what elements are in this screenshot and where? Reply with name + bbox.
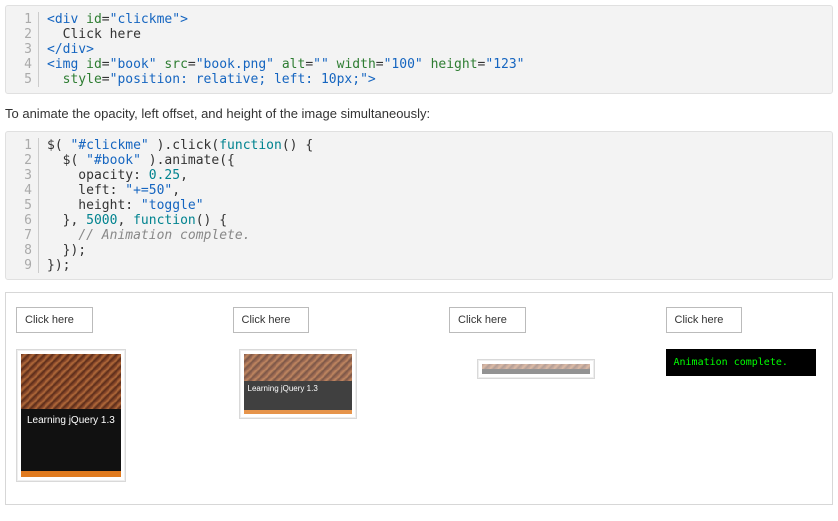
line-number: 9 [6, 258, 39, 273]
demo-panel-2: Click here Learning jQuery 1.3 [233, 307, 390, 482]
book-cover [482, 364, 590, 374]
code-line: }); [39, 258, 833, 273]
line-number: 1 [6, 12, 39, 27]
demo-panel-4: Click here Animation complete. [666, 307, 823, 482]
line-number: 7 [6, 228, 39, 243]
demo-panel-1: Click here Learning jQuery 1.3 [16, 307, 173, 482]
line-number: 3 [6, 42, 39, 57]
book-title: Learning jQuery 1.3 [21, 409, 121, 471]
line-number: 5 [6, 198, 39, 213]
code-line: Click here [39, 27, 833, 42]
code-line: }, 5000, function() { [39, 213, 833, 228]
line-number: 8 [6, 243, 39, 258]
line-number: 1 [6, 138, 39, 153]
line-number: 2 [6, 153, 39, 168]
code-block-1: 1<div id="clickme">2 Click here3</div>4<… [5, 5, 833, 94]
book-cover: Learning jQuery 1.3 [244, 354, 352, 414]
book-title: Learning jQuery 1.3 [244, 381, 352, 410]
code-line: opacity: 0.25, [39, 168, 833, 183]
line-number: 3 [6, 168, 39, 183]
code-line: $( "#clickme" ).click(function() { [39, 138, 833, 153]
click-here-button[interactable]: Click here [233, 307, 310, 333]
code-line: </div> [39, 42, 833, 57]
book-cover: Learning jQuery 1.3 [21, 354, 121, 477]
code-line: style="position: relative; left: 10px;"> [39, 72, 833, 87]
line-number: 5 [6, 72, 39, 87]
code-line: left: "+=50", [39, 183, 833, 198]
code-table: 1<div id="clickme">2 Click here3</div>4<… [6, 12, 832, 87]
code-line: height: "toggle" [39, 198, 833, 213]
code-line: <img id="book" src="book.png" alt="" wid… [39, 57, 833, 72]
code-line: }); [39, 243, 833, 258]
animation-demo: Click here Learning jQuery 1.3 Click her… [5, 292, 833, 505]
book-image-frame: Learning jQuery 1.3 [239, 349, 357, 419]
book-image-frame [477, 359, 595, 379]
line-number: 2 [6, 27, 39, 42]
code-line: <div id="clickme"> [39, 12, 833, 27]
code-table: 1$( "#clickme" ).click(function() {2 $( … [6, 138, 832, 273]
click-here-button[interactable]: Click here [16, 307, 93, 333]
line-number: 4 [6, 57, 39, 72]
paragraph: To animate the opacity, left offset, and… [5, 106, 833, 121]
click-here-button[interactable]: Click here [666, 307, 743, 333]
animation-complete-box: Animation complete. [666, 349, 816, 376]
code-line: $( "#book" ).animate({ [39, 153, 833, 168]
book-image-frame: Learning jQuery 1.3 [16, 349, 126, 482]
line-number: 4 [6, 183, 39, 198]
code-line: // Animation complete. [39, 228, 833, 243]
demo-panel-3: Click here [449, 307, 606, 482]
line-number: 6 [6, 213, 39, 228]
click-here-button[interactable]: Click here [449, 307, 526, 333]
code-block-2: 1$( "#clickme" ).click(function() {2 $( … [5, 131, 833, 280]
